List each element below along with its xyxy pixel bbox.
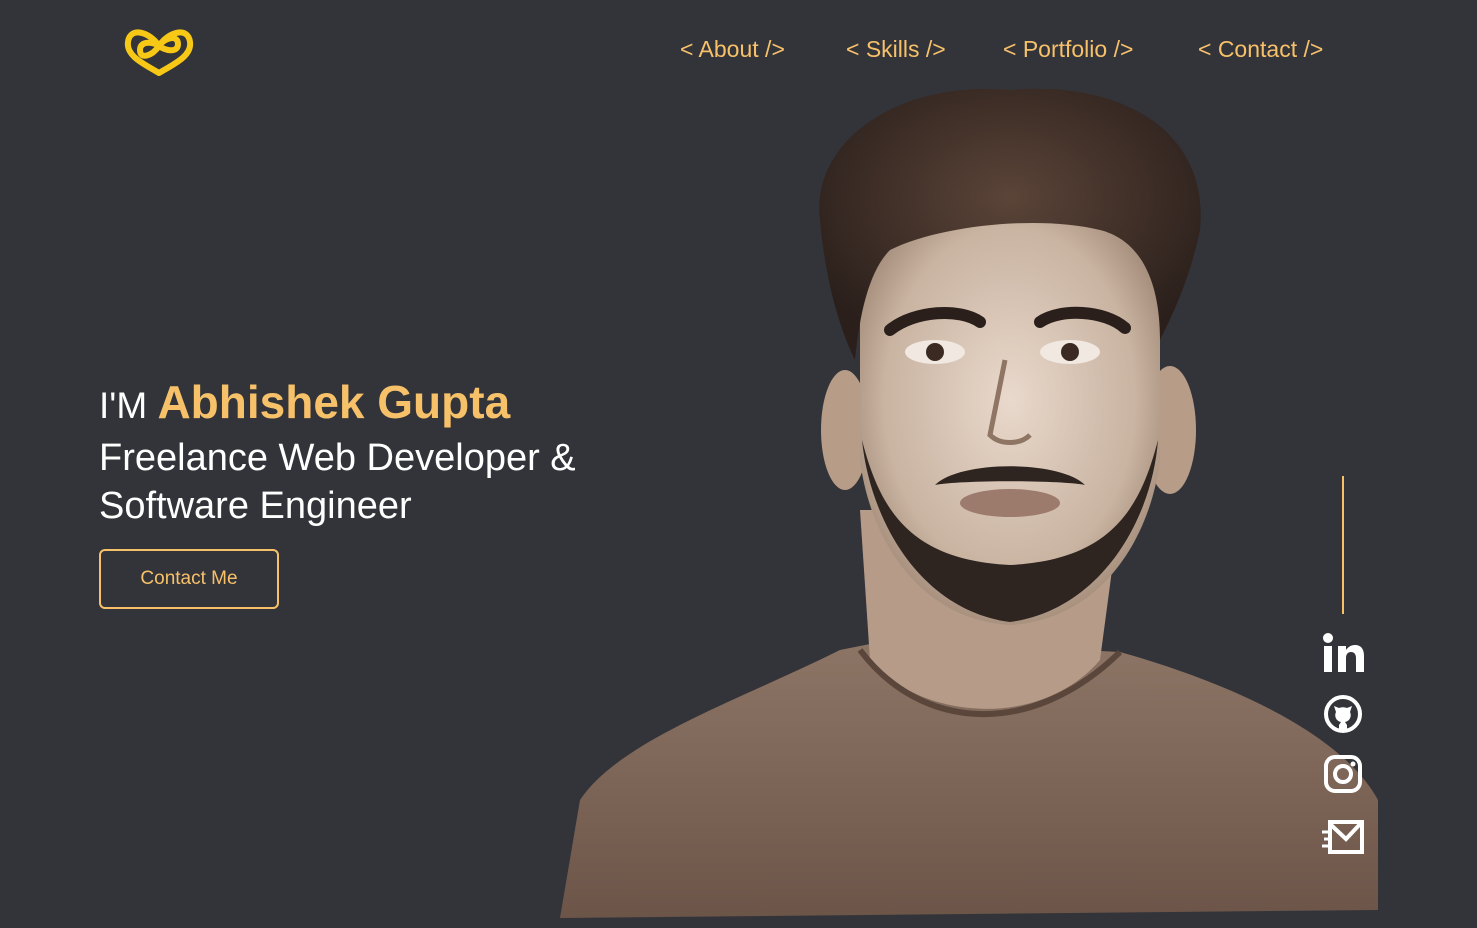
hero-name: Abhishek Gupta (157, 376, 511, 428)
hero-role-line1: Freelance Web Developer & (99, 437, 576, 479)
hero-role-line2: Software Engineer (99, 485, 412, 527)
hero-greeting: I'M Abhishek Gupta (99, 374, 619, 434)
linkedin-icon[interactable] (1320, 632, 1366, 676)
greeting-prefix: I'M (99, 385, 148, 426)
social-divider-line (1342, 476, 1344, 614)
github-icon[interactable] (1320, 692, 1366, 736)
hero-section: I'M Abhishek Gupta Freelance Web Develop… (99, 374, 619, 530)
instagram-icon[interactable] (1320, 753, 1366, 797)
contact-me-button[interactable]: Contact Me (99, 549, 279, 609)
profile-photo (560, 88, 1378, 918)
email-icon[interactable] (1320, 815, 1366, 859)
hero-role: Freelance Web Developer & Software Engin… (99, 434, 619, 530)
